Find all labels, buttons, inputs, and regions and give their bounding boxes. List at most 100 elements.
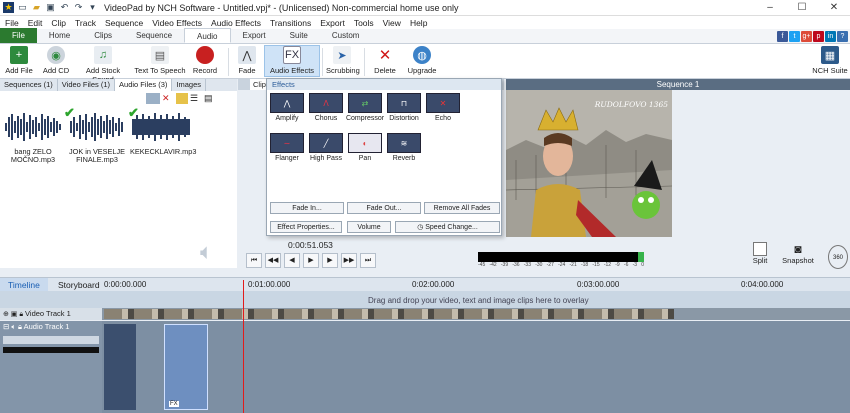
save-icon[interactable]: ▣ bbox=[45, 2, 56, 13]
nch-suite-button[interactable]: ▦ NCH Suite bbox=[812, 46, 848, 75]
remove-icon[interactable]: ✕ bbox=[162, 93, 174, 104]
overlay-track[interactable]: Drag and drop your video, text and image… bbox=[0, 291, 850, 308]
menu-file[interactable]: File bbox=[0, 18, 23, 28]
tab-video-files[interactable]: Video Files (1) bbox=[58, 79, 116, 91]
effect-compressor[interactable]: ⇄ Compressor bbox=[345, 93, 385, 122]
step-back-button[interactable]: ◀︎ bbox=[284, 253, 300, 268]
menu-view[interactable]: View bbox=[378, 18, 405, 28]
previous-frame-button[interactable]: ◀︎◀︎ bbox=[265, 253, 281, 268]
open-folder-icon[interactable]: ▰ bbox=[31, 2, 42, 13]
audio-track-area[interactable]: FX bbox=[0, 321, 850, 413]
effect-properties-button[interactable]: Effect Properties... bbox=[270, 221, 342, 233]
menu-help[interactable]: Help bbox=[405, 18, 431, 28]
effect-flanger[interactable]: ∼ Flanger bbox=[267, 133, 307, 162]
linkedin-icon[interactable]: in bbox=[825, 31, 836, 42]
step-forward-button[interactable]: ▶︎ bbox=[322, 253, 338, 268]
effect-amplify[interactable]: ⋀ Amplify bbox=[267, 93, 307, 122]
menu-tools[interactable]: Tools bbox=[349, 18, 378, 28]
new-file-icon[interactable]: ▭ bbox=[17, 2, 28, 13]
track-controls-icon[interactable]: ⊟ 🔈︎ 🔒︎ bbox=[3, 322, 24, 331]
audio-effects-button[interactable]: FX Audio Effects bbox=[264, 45, 320, 77]
speed-change-button[interactable]: ◷ Speed Change... bbox=[395, 221, 500, 233]
effect-pan[interactable]: ◐ Pan bbox=[345, 133, 385, 162]
pinterest-icon[interactable]: p bbox=[813, 31, 824, 42]
effect-chorus[interactable]: Λ Chorus bbox=[306, 93, 346, 122]
remove-all-fades-button[interactable]: Remove All Fades bbox=[424, 202, 500, 214]
record-button[interactable]: Record bbox=[192, 46, 218, 75]
tab-images[interactable]: Images bbox=[172, 79, 207, 91]
waveform-thumbnail bbox=[5, 113, 61, 141]
audio-file-item[interactable]: bang ZELO MOČNO.mp3 bbox=[2, 111, 64, 165]
playhead[interactable] bbox=[243, 280, 244, 413]
google-plus-icon[interactable]: g+ bbox=[801, 31, 812, 42]
tab-export[interactable]: Export bbox=[231, 28, 278, 43]
go-to-start-button[interactable]: ⏮︎ bbox=[246, 253, 262, 268]
close-button[interactable]: ✕ bbox=[818, 0, 850, 16]
tab-clips[interactable]: Clips bbox=[82, 28, 124, 43]
menu-sequence[interactable]: Sequence bbox=[100, 18, 147, 28]
tab-custom[interactable]: Custom bbox=[320, 28, 372, 43]
view-options-icon[interactable] bbox=[146, 93, 160, 104]
effect-high-pass[interactable]: ╱ High Pass bbox=[306, 133, 346, 162]
tab-sequences[interactable]: Sequences (1) bbox=[0, 79, 58, 91]
menu-clip[interactable]: Clip bbox=[46, 18, 70, 28]
delete-button[interactable]: ✕ Delete bbox=[372, 46, 398, 75]
audio-file-item[interactable]: ✔ KEKECKLAVIR.mp3 bbox=[128, 106, 196, 156]
fade-button[interactable]: ⋀ Fade bbox=[234, 46, 260, 75]
redo-icon[interactable]: ↷ bbox=[73, 2, 84, 13]
snapshot-button[interactable]: ◙ Snapshot bbox=[780, 242, 816, 265]
menu-audio-effects[interactable]: Audio Effects bbox=[206, 18, 265, 28]
video-track[interactable] bbox=[0, 308, 850, 320]
tab-suite[interactable]: Suite bbox=[278, 28, 320, 43]
tab-audio-files[interactable]: Audio Files (3) bbox=[115, 79, 173, 91]
tab-home[interactable]: Home bbox=[37, 28, 82, 43]
track-controls-icon[interactable]: ⊕ ▣ 🔒︎ bbox=[3, 311, 25, 318]
dropdown-icon[interactable]: ▾ bbox=[87, 2, 98, 13]
chorus-icon: Λ bbox=[309, 93, 343, 113]
detail-view-icon[interactable]: ▤ bbox=[204, 93, 216, 104]
record-icon bbox=[196, 46, 214, 64]
list-view-icon[interactable]: ☰ bbox=[190, 93, 202, 104]
split-button[interactable]: Split bbox=[746, 242, 774, 265]
pan-slider[interactable] bbox=[3, 347, 99, 353]
add-cd-button[interactable]: ◉ Add CD bbox=[42, 46, 70, 75]
menu-transitions[interactable]: Transitions bbox=[265, 18, 315, 28]
tab-audio[interactable]: Audio bbox=[184, 28, 231, 43]
effect-reverb[interactable]: ≋ Reverb bbox=[384, 133, 424, 162]
effect-echo[interactable]: ✕ Echo bbox=[423, 93, 463, 122]
volume-button[interactable]: Volume bbox=[347, 221, 391, 233]
tab-timeline[interactable]: Timeline bbox=[0, 278, 48, 292]
undo-icon[interactable]: ↶ bbox=[59, 2, 70, 13]
minimize-button[interactable]: – bbox=[754, 0, 786, 16]
help-icon[interactable]: ? bbox=[837, 31, 848, 42]
menu-video-effects[interactable]: Video Effects bbox=[147, 18, 206, 28]
maximize-button[interactable]: ☐ bbox=[786, 0, 818, 16]
audio-file-item[interactable]: ✔ JOK in VESELJE FINALE.mp3 bbox=[64, 106, 128, 165]
text-to-speech-button[interactable]: ▤ Text To Speech bbox=[134, 46, 186, 75]
audio-clip-selected[interactable]: FX bbox=[164, 324, 208, 410]
video-clip-strip[interactable] bbox=[104, 309, 674, 319]
effect-distortion[interactable]: ⊓ Distortion bbox=[384, 93, 424, 122]
menu-edit[interactable]: Edit bbox=[23, 18, 47, 28]
add-file-button[interactable]: + Add File bbox=[4, 46, 34, 75]
facebook-icon[interactable]: f bbox=[777, 31, 788, 42]
play-button[interactable]: ▶︎ bbox=[303, 253, 319, 268]
amplify-icon: ⋀ bbox=[270, 93, 304, 113]
fade-in-button[interactable]: Fade In... bbox=[270, 202, 344, 214]
menu-track[interactable]: Track bbox=[70, 18, 100, 28]
next-frame-button[interactable]: ▶︎▶︎ bbox=[341, 253, 357, 268]
volume-slider[interactable] bbox=[3, 336, 99, 344]
tab-sequence[interactable]: Sequence bbox=[124, 28, 184, 43]
menu-export[interactable]: Export bbox=[315, 18, 349, 28]
tab-file[interactable]: File bbox=[0, 28, 37, 43]
fx-badge: FX bbox=[169, 401, 179, 407]
go-to-end-button[interactable]: ⏭︎ bbox=[360, 253, 376, 268]
tab-storyboard[interactable]: Storyboard bbox=[50, 278, 108, 292]
twitter-icon[interactable]: t bbox=[789, 31, 800, 42]
audio-clip[interactable] bbox=[104, 324, 136, 410]
folder-icon[interactable] bbox=[176, 93, 188, 104]
fade-out-button[interactable]: Fade Out... bbox=[347, 202, 421, 214]
upgrade-button[interactable]: ◍ Upgrade bbox=[406, 46, 438, 75]
scrubbing-button[interactable]: ➤ Scrubbing bbox=[326, 46, 360, 75]
360-button[interactable]: 360 bbox=[828, 245, 848, 269]
